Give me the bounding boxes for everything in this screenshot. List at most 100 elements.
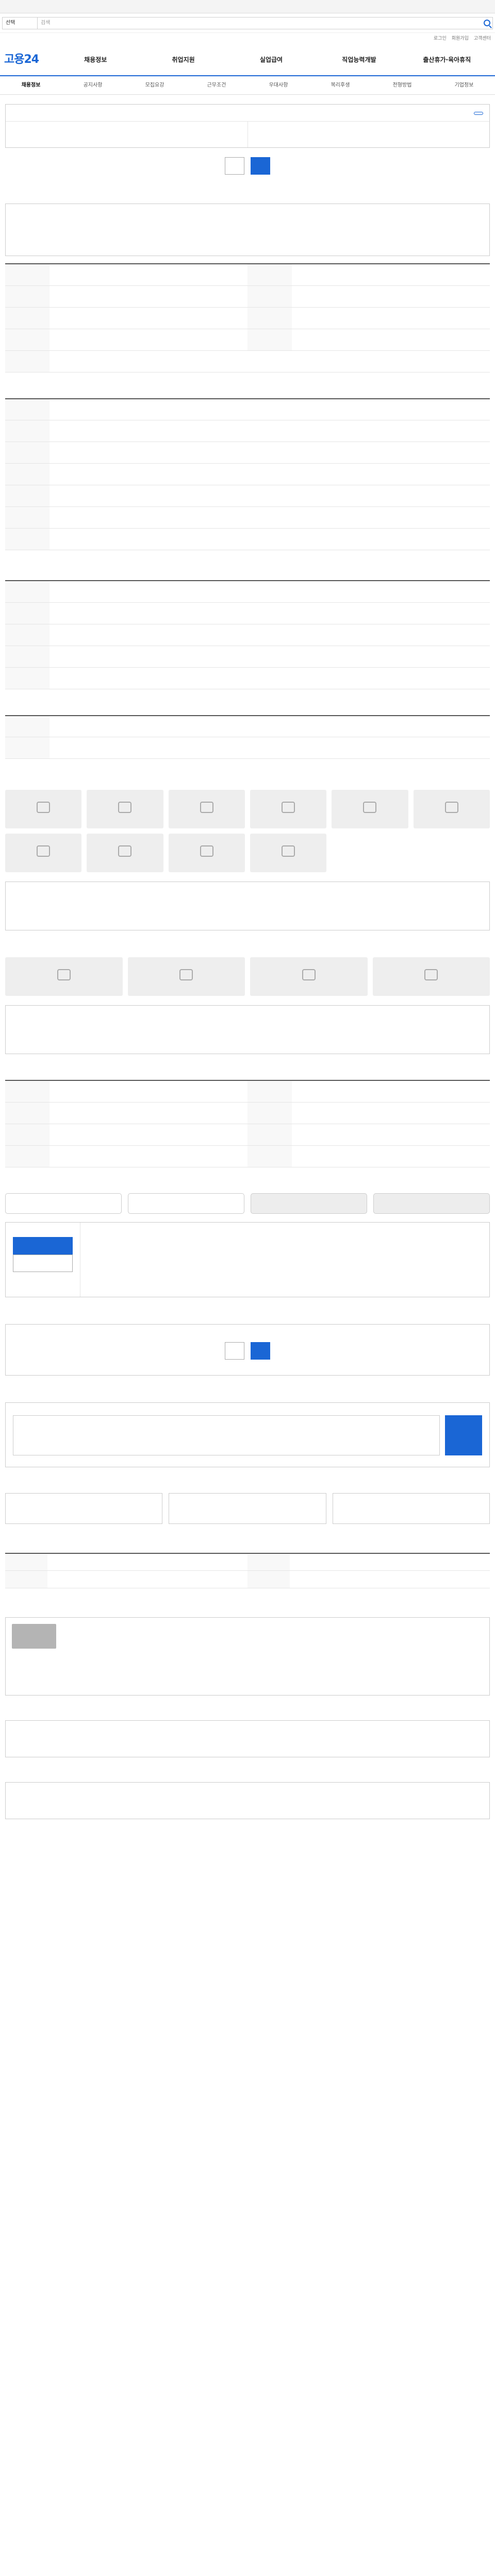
table-cell xyxy=(50,329,248,351)
qa-input[interactable] xyxy=(13,1415,440,1455)
nav-vocational-training[interactable]: 직업능력개발 xyxy=(315,56,403,64)
company-section xyxy=(0,1602,495,1705)
nav-employment-support[interactable]: 취업지원 xyxy=(139,56,227,64)
table-header xyxy=(5,737,50,759)
agency-table xyxy=(5,1552,490,1588)
apply-button[interactable] xyxy=(251,157,270,175)
facility-icon xyxy=(57,969,71,980)
qa-form xyxy=(13,1415,482,1455)
benefit-icon xyxy=(118,802,132,813)
tab-notice[interactable]: 공지사항 xyxy=(62,82,124,89)
table-header xyxy=(5,1124,50,1146)
facility-icon xyxy=(424,969,438,980)
benefit-icon xyxy=(118,845,132,857)
company-info-label xyxy=(351,1661,376,1686)
company-info-row xyxy=(67,1661,199,1686)
nav-unemployment-benefit[interactable]: 실업급여 xyxy=(227,56,315,64)
table-header xyxy=(5,1570,47,1588)
table-row xyxy=(5,528,490,550)
site-logo[interactable]: 고용24 xyxy=(4,52,52,67)
table-row xyxy=(5,1145,490,1167)
table-cell xyxy=(50,1080,248,1103)
tab-job-info[interactable]: 채용정보 xyxy=(0,82,62,89)
process-step xyxy=(128,1193,244,1214)
customer-center-link[interactable]: 고객센터 xyxy=(474,36,491,42)
company-info-row xyxy=(209,1627,341,1652)
qa-box xyxy=(5,1402,490,1467)
table-header xyxy=(5,485,50,507)
company-info-value xyxy=(234,1661,341,1686)
benefit-icon xyxy=(200,802,213,813)
company-info-label xyxy=(67,1661,91,1686)
process-steps xyxy=(5,1193,490,1214)
welfare-grid xyxy=(5,790,490,872)
job-summary-card xyxy=(5,104,490,148)
tab-working-conditions[interactable]: 근무조건 xyxy=(186,82,248,89)
company-card xyxy=(5,1617,490,1696)
search-input[interactable]: 검색 xyxy=(37,16,493,29)
table-row xyxy=(5,329,490,351)
search-type-select[interactable]: 선택 xyxy=(2,16,37,29)
company-info-label xyxy=(209,1661,234,1686)
status-card xyxy=(332,1493,490,1524)
tab-company[interactable]: 기업정보 xyxy=(433,82,495,89)
welfare-list xyxy=(5,882,490,930)
table-header xyxy=(5,506,50,529)
table-cell xyxy=(292,1124,490,1146)
tab-recruitment[interactable]: 모집요강 xyxy=(124,82,186,89)
table-cell xyxy=(47,1570,248,1588)
preferred-table xyxy=(5,580,490,689)
tab-welfare[interactable]: 복리후생 xyxy=(309,82,371,89)
table-cell xyxy=(50,1102,248,1124)
application-method xyxy=(6,1222,80,1297)
tab-preferences[interactable]: 우대사항 xyxy=(248,82,309,89)
table-header xyxy=(5,624,50,646)
job-posting-page: 선택 검색 로그인 회원가입 고객센터 고용24 채용정보 취업지원 실업급여 … xyxy=(0,0,495,1889)
apply-online-button[interactable] xyxy=(13,1236,73,1255)
table-cell xyxy=(50,398,490,420)
table-cell xyxy=(292,329,490,351)
table-header xyxy=(248,1570,290,1588)
nav-job-info[interactable]: 채용정보 xyxy=(52,56,139,64)
table-header xyxy=(5,463,50,485)
table-row xyxy=(5,350,490,372)
signup-link[interactable]: 회원가입 xyxy=(452,36,469,42)
search-bar: 선택 검색 xyxy=(0,13,495,33)
table-header xyxy=(248,264,292,286)
table-header xyxy=(5,285,50,308)
login-link[interactable]: 로그인 xyxy=(434,36,447,42)
table-cell xyxy=(47,1553,248,1571)
nav-parental-leave[interactable]: 출산휴가·육아휴직 xyxy=(403,56,491,64)
interest-button[interactable] xyxy=(225,157,244,175)
view-resume-button[interactable] xyxy=(13,1254,73,1272)
table-header xyxy=(248,1124,292,1146)
table-row xyxy=(5,667,490,689)
table-header xyxy=(5,715,50,737)
table-row xyxy=(5,1124,490,1146)
table-header xyxy=(5,1145,50,1167)
recruitment-table xyxy=(5,263,490,372)
welfare-tile xyxy=(413,790,490,828)
table-cell xyxy=(50,646,490,668)
welfare-section xyxy=(0,772,495,940)
welfare-tile xyxy=(168,790,245,828)
tab-process[interactable]: 전형방법 xyxy=(371,82,433,89)
facility-tile xyxy=(5,957,123,996)
search-icon[interactable] xyxy=(484,20,490,26)
table-cell xyxy=(50,307,248,329)
process-step xyxy=(373,1193,490,1214)
company-info-row xyxy=(351,1627,483,1652)
table-header xyxy=(248,1145,292,1167)
qa-submit-button[interactable] xyxy=(445,1415,482,1455)
manager-box xyxy=(5,1324,490,1376)
facility-list xyxy=(5,1005,490,1054)
table-header xyxy=(248,1553,290,1571)
manager-primary-button[interactable] xyxy=(251,1342,270,1360)
recommend-empty xyxy=(5,1782,490,1819)
company-info-value xyxy=(234,1627,341,1652)
manager-secondary-button[interactable] xyxy=(225,1342,244,1360)
footer-space xyxy=(0,1828,495,1889)
table-header xyxy=(5,329,50,351)
benefit-icon xyxy=(37,845,51,857)
search-placeholder: 검색 xyxy=(41,20,51,26)
